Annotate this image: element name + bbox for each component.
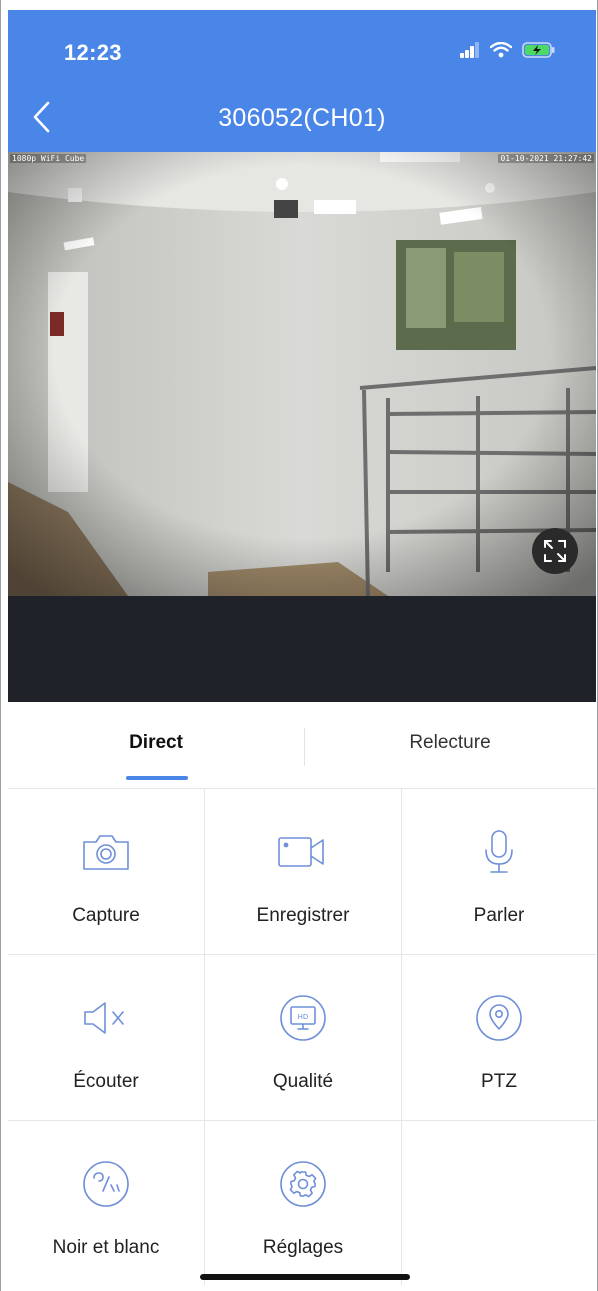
empty-cell <box>402 1121 596 1285</box>
active-tab-indicator <box>126 776 188 780</box>
control-label: Noir et blanc <box>52 1237 160 1258</box>
svg-text:HD: HD <box>298 1013 309 1021</box>
camera-icon <box>81 827 131 877</box>
fullscreen-button[interactable] <box>532 528 578 574</box>
osd-timestamp: 01-10-2021 21:27:42 <box>498 154 594 163</box>
controls-grid: Capture Enregistrer Parler Écouter HD Qu… <box>8 788 596 1285</box>
home-indicator <box>200 1274 410 1280</box>
talk-button[interactable]: Parler <box>402 789 596 955</box>
control-label: Réglages <box>262 1237 344 1258</box>
hd-quality-icon: HD <box>278 993 328 1043</box>
expand-icon <box>544 540 566 562</box>
control-label: Enregistrer <box>256 905 350 926</box>
quality-button[interactable]: HD Qualité <box>205 955 402 1121</box>
page-title: 306052(CH01) <box>218 104 386 132</box>
mode-tabs: Direct Relecture <box>8 702 596 788</box>
control-label: Écouter <box>73 1071 139 1092</box>
video-letterbox <box>8 596 596 702</box>
ptz-button[interactable]: PTZ <box>402 955 596 1121</box>
control-label: Capture <box>72 905 140 926</box>
tab-direct[interactable]: Direct <box>8 732 304 754</box>
signal-icon <box>460 42 480 58</box>
osd-camera-label: 1080p WiFi Cube <box>10 154 87 163</box>
microphone-icon <box>481 827 517 877</box>
wifi-icon <box>490 42 512 58</box>
status-time: 12:23 <box>64 40 122 65</box>
location-pin-icon <box>474 993 524 1043</box>
live-video-feed[interactable]: 1080p WiFi Cube 01-10-2021 21:27:42 <box>8 152 596 596</box>
speaker-muted-icon <box>81 993 131 1043</box>
control-label: Qualité <box>272 1071 334 1092</box>
listen-button[interactable]: Écouter <box>8 955 205 1121</box>
video-record-icon <box>276 827 330 877</box>
status-icons <box>460 42 556 58</box>
black-white-button[interactable]: Noir et blanc <box>8 1121 205 1285</box>
tab-relecture[interactable]: Relecture <box>304 732 596 754</box>
control-label: PTZ <box>481 1071 517 1092</box>
gear-icon <box>278 1159 328 1209</box>
settings-button[interactable]: Réglages <box>205 1121 402 1285</box>
camera-image <box>8 152 596 596</box>
capture-button[interactable]: Capture <box>8 789 205 955</box>
black-white-icon <box>81 1159 131 1209</box>
control-label: Parler <box>473 905 525 926</box>
battery-charging-icon <box>522 42 556 58</box>
header-bar: 12:23 306052(CH01) <box>8 10 596 152</box>
record-button[interactable]: Enregistrer <box>205 789 402 955</box>
